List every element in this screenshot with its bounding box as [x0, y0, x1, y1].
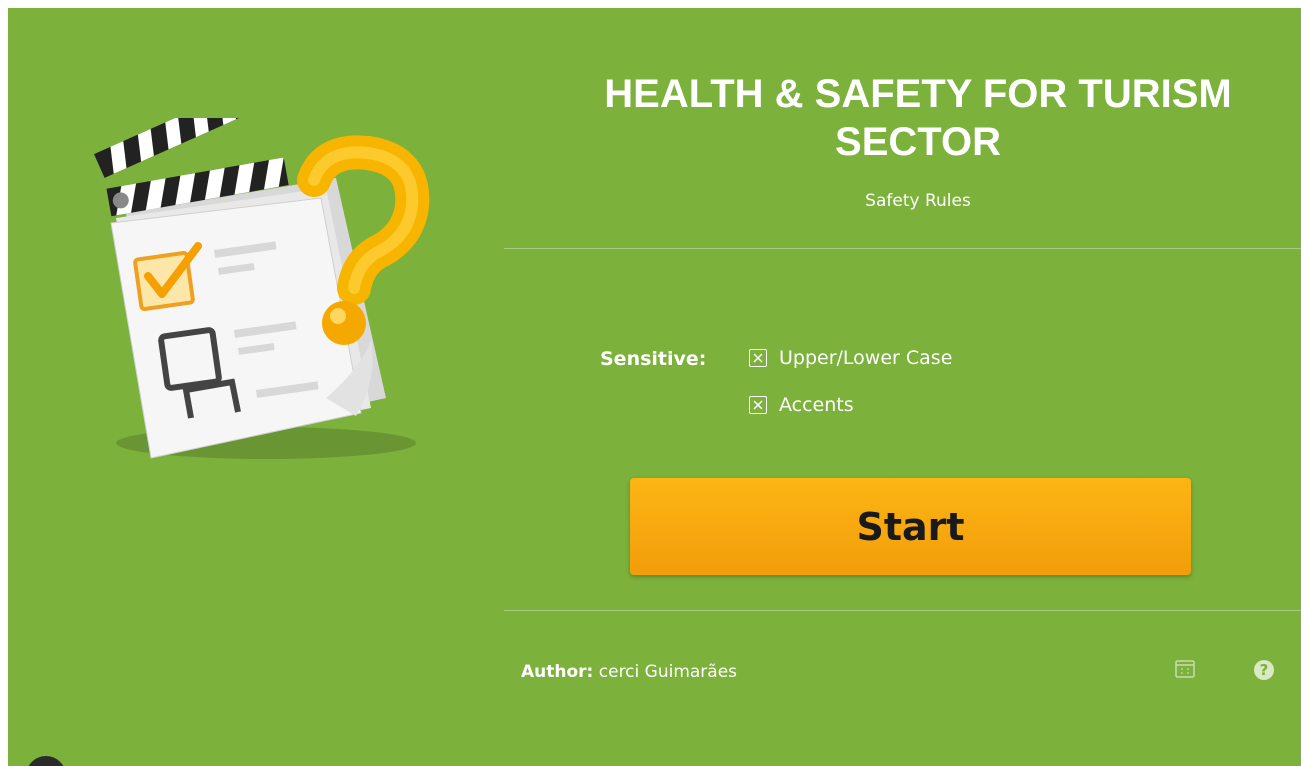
fullscreen-icon[interactable]	[1174, 658, 1196, 680]
author-credit: Author: cerci Guimarães	[521, 662, 737, 682]
checkbox-checked-icon[interactable]	[749, 349, 767, 367]
author-name: cerci Guimarães	[598, 662, 738, 682]
checkbox-checked-icon[interactable]	[749, 396, 767, 414]
quiz-checklist-icon	[94, 118, 430, 459]
page-subtitle: Safety Rules	[865, 191, 971, 211]
divider	[504, 248, 1301, 249]
accents-checkbox[interactable]: Accents	[749, 394, 854, 416]
upper-lower-case-checkbox[interactable]: Upper/Lower Case	[749, 347, 952, 369]
divider	[504, 610, 1301, 611]
corner-badge	[26, 756, 66, 766]
checkbox-label: Accents	[779, 394, 854, 416]
page-title: HEALTH & SAFETY FOR TURISM SECTOR	[604, 72, 1232, 164]
start-button[interactable]: Start	[630, 478, 1191, 575]
quiz-start-screen: HEALTH & SAFETY FOR TURISM SECTOR Safety…	[8, 8, 1301, 766]
sensitive-label: Sensitive:	[600, 348, 707, 370]
checkbox-label: Upper/Lower Case	[779, 347, 953, 369]
author-label: Author:	[521, 662, 594, 682]
help-icon[interactable]: ?	[1254, 660, 1274, 680]
